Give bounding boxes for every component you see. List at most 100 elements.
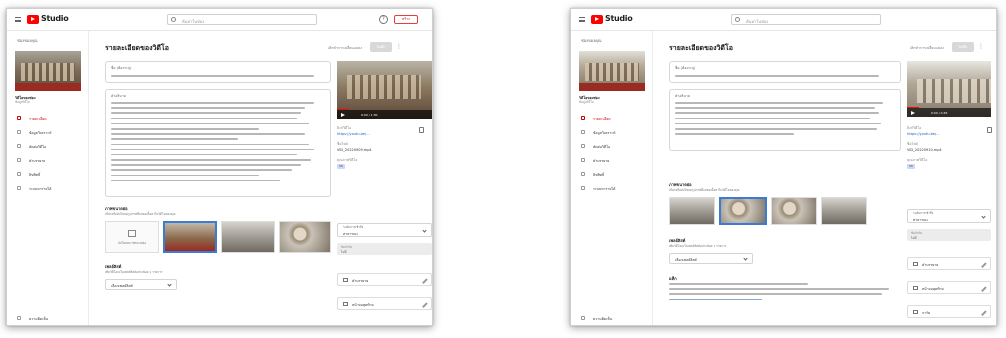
analytics-icon [581,130,585,134]
nav-item-subtitles[interactable]: คำบรรยาย [581,157,649,164]
pencil-icon[interactable] [980,310,986,316]
nav-item-analytics[interactable]: ข้อมูลวิเคราะห์ [581,129,649,136]
search-input[interactable]: ค้นหาในช่อง [167,14,317,25]
pencil-icon[interactable] [980,286,986,292]
visibility-label: ระดับการเข้าถึง [343,225,364,229]
thumbnail-option[interactable] [771,197,817,225]
video-link-value[interactable]: https://youtu.be/... [337,132,417,136]
create-button[interactable]: สร้าง [394,15,418,24]
title-field-label: ชื่อ (ต้องระบุ) [111,66,132,70]
thumbnail-option[interactable] [163,221,217,253]
visibility-select[interactable]: ระดับการเข้าถึง สาธารณะ [907,209,991,223]
playlist-select-label: เลือกเพลย์ลิสต์ [111,284,133,288]
nav-item-details[interactable]: รายละเอียด [17,115,85,122]
thumbnail-option[interactable] [719,197,767,225]
back-to-channel-link[interactable]: ช่องของคุณ [17,37,38,44]
back-to-channel-link[interactable]: ช่องของคุณ [581,37,602,44]
studio-screenshot-left: Studio ค้นหาในช่อง ? สร้าง ช่องของคุณ วิ… [6,8,433,326]
pencil-icon[interactable] [980,262,986,268]
video-preview-player[interactable]: 0:00 / 1:30 [337,61,432,119]
upload-thumbnail-button[interactable]: อัปโหลดภาพขนาดย่อ [105,221,159,253]
hd-badge: HD [337,164,345,169]
pencil-icon [17,116,21,120]
nav-item-comments[interactable]: ความคิดเห็น [17,315,85,322]
title-field[interactable]: ชื่อ (ต้องระบุ) [669,61,901,83]
filename-value: VID_20220909.mp4 [337,148,372,152]
pencil-icon[interactable] [421,278,427,284]
nav-item-comments[interactable]: ความคิดเห็น [581,315,649,322]
info-icon [913,310,918,314]
end-screen-row-label: หน้าจอสุดท้าย [352,303,374,307]
nav-item-editor[interactable]: ตัดต่อวิดีโอ [17,143,85,150]
video-link-value[interactable]: https://youtu.be/... [907,132,985,136]
filename-label: ชื่อไฟล์ [337,142,348,146]
studio-logo-text: Studio [41,14,69,23]
playlist-select-label: เลือกเพลย์ลิสต์ [675,258,697,262]
save-button[interactable]: บันทึก [370,42,392,52]
subtitles-row-label: คำบรรยาย [922,263,939,267]
title-field-label: ชื่อ (ต้องระบุ) [675,66,696,70]
filename-info: ชื่อไฟล์ VID_20220909.mp4 [337,141,427,152]
undo-changes-button[interactable]: เลิกทำการเปลี่ยนแปลง [910,45,944,51]
tags-text [669,283,901,304]
video-thumbnail[interactable] [15,51,81,91]
end-screen-row[interactable]: หน้าจอสุดท้าย [337,297,432,310]
dollar-icon [581,186,585,190]
description-text [111,102,322,185]
nav-item-analytics[interactable]: ข้อมูลวิเคราะห์ [17,129,85,136]
filename-info: ชื่อไฟล์ VID_20220910.mp4 [907,141,991,152]
main-content: รายละเอียดของวิดีโอ เลิกทำการเปลี่ยนแปลง… [89,31,432,325]
film-icon [581,144,585,148]
video-link-info: ลิงก์วิดีโอ https://youtu.be/... [337,125,417,136]
video-thumbnail[interactable] [579,51,645,91]
hd-badge: HD [907,164,915,169]
play-icon[interactable] [341,113,345,117]
copy-icon[interactable] [419,127,424,133]
video-preview-player[interactable]: 0:00 / 0:45 [907,61,991,117]
undo-changes-button[interactable]: เลิกทำการเปลี่ยนแปลง [328,45,362,51]
save-button[interactable]: บันทึก [952,42,974,52]
nav-item-copyright[interactable]: ลิขสิทธิ์ [17,171,85,178]
thumbnail-option[interactable] [279,221,331,253]
visibility-select[interactable]: ระดับการเข้าถึง สาธารณะ [337,223,432,237]
chevron-down-icon [167,282,172,287]
end-screen-row[interactable]: หน้าจอสุดท้าย [907,281,991,294]
thumbnail-option[interactable] [669,197,715,225]
pencil-icon[interactable] [421,302,427,308]
nav-item-subtitles[interactable]: คำบรรยาย [17,157,85,164]
more-options-icon[interactable]: ⋮ [978,43,984,50]
page-title: รายละเอียดของวิดีโอ [669,44,733,52]
nav-item-copyright[interactable]: ลิขสิทธิ์ [581,171,649,178]
youtube-logo-icon[interactable] [591,15,603,24]
main-content: รายละเอียดของวิดีโอ เลิกทำการเปลี่ยนแปลง… [653,31,996,325]
subtitles-row[interactable]: คำบรรยาย [907,257,991,270]
thumbnail-option[interactable] [821,197,867,225]
copy-icon[interactable] [987,127,992,133]
quality-info: คุณภาพวิดีโอ [337,157,427,163]
youtube-logo-icon[interactable] [27,15,39,24]
thumbnail-section-desc: เลือกหรืออัปโหลดรูปภาพที่แสดงเนื้อหาในวิ… [105,212,176,216]
nav-item-monetization[interactable]: ระบบหารายได้ [581,185,649,192]
nav-item-editor[interactable]: ตัดต่อวิดีโอ [581,143,649,150]
playlist-select[interactable]: เลือกเพลย์ลิสต์ [669,253,753,264]
description-field[interactable]: คำอธิบาย [669,89,901,151]
search-input[interactable]: ค้นหาในช่อง [731,14,881,25]
more-options-icon[interactable]: ⋮ [396,43,402,50]
subtitles-row-label: คำบรรยาย [352,279,369,283]
help-icon[interactable]: ? [379,15,388,24]
pencil-icon [581,116,585,120]
player-controls [337,110,432,119]
menu-icon[interactable] [579,17,585,22]
nav-item-monetization[interactable]: ระบบหารายได้ [17,185,85,192]
subtitles-row[interactable]: คำบรรยาย [337,273,432,286]
thumbnail-option[interactable] [221,221,275,253]
playlist-select[interactable]: เลือกเพลย์ลิสต์ [105,279,177,290]
cards-row[interactable]: การ์ด [907,305,991,318]
nav-item-details[interactable]: รายละเอียด [581,115,649,122]
description-field[interactable]: คำอธิบาย [105,89,331,197]
play-icon[interactable] [911,111,915,115]
copyright-icon [17,172,21,176]
title-field[interactable]: ชื่อ (ต้องระบุ) [105,61,331,83]
playlist-section-desc: เพิ่มวิดีโอลงในเพลย์ลิสต์อย่างน้อย 1 ราย… [105,270,163,274]
menu-icon[interactable] [15,17,21,22]
